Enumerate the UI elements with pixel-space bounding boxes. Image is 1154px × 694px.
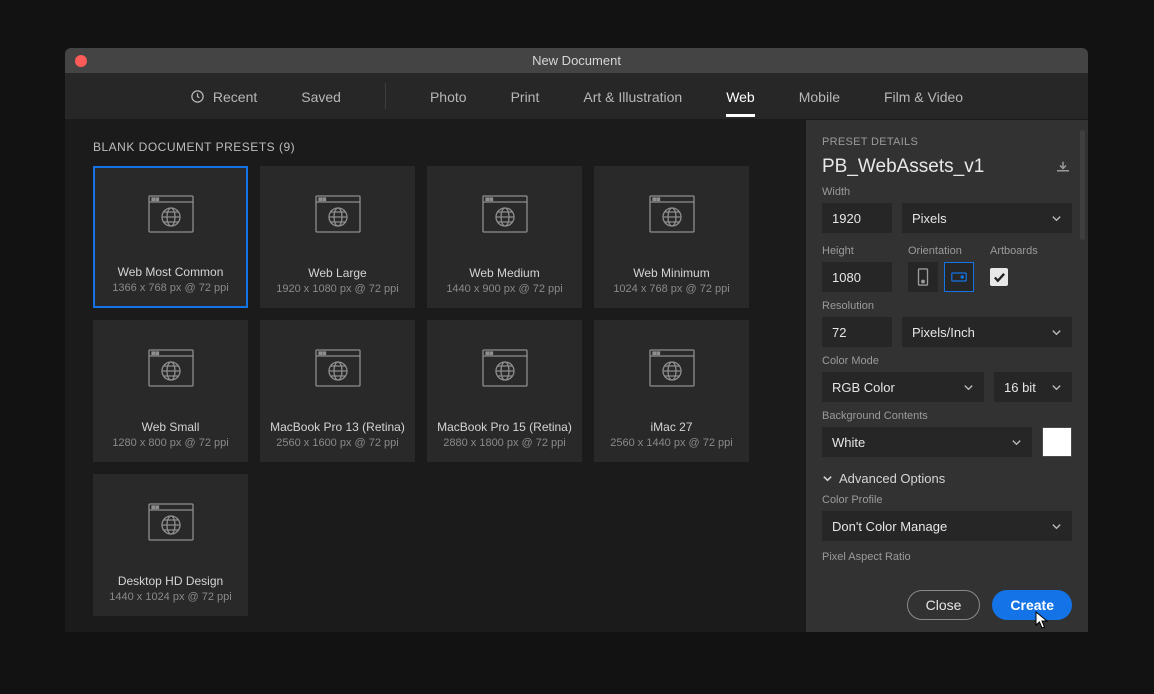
- color-depth-select[interactable]: 16 bit: [994, 372, 1072, 402]
- chevron-down-icon: [1051, 521, 1062, 532]
- color-mode-label: Color Mode: [822, 355, 1072, 367]
- color-profile-label: Color Profile: [822, 494, 1072, 506]
- scrollbar[interactable]: [1080, 130, 1085, 240]
- tab-recent-label: Recent: [213, 89, 257, 105]
- globe-icon: [482, 321, 528, 414]
- preset-title: Web Medium: [469, 266, 539, 280]
- globe-icon: [315, 167, 361, 260]
- orientation-landscape-button[interactable]: [944, 262, 974, 292]
- preset-subtitle: 2560 x 1600 px @ 72 ppi: [276, 437, 398, 449]
- width-label: Width: [822, 186, 1072, 198]
- preset-card[interactable]: MacBook Pro 13 (Retina) 2560 x 1600 px @…: [260, 320, 415, 462]
- preset-subtitle: 2560 x 1440 px @ 72 ppi: [610, 437, 732, 449]
- color-profile-value: Don't Color Manage: [832, 519, 947, 534]
- orientation-portrait-button[interactable]: [908, 262, 938, 292]
- presets-panel: BLANK DOCUMENT PRESETS (9) Web Most Comm…: [65, 120, 806, 632]
- chevron-down-icon: [1051, 327, 1062, 338]
- preset-subtitle: 1920 x 1080 px @ 72 ppi: [276, 283, 398, 295]
- preset-card[interactable]: MacBook Pro 15 (Retina) 2880 x 1800 px @…: [427, 320, 582, 462]
- save-preset-icon[interactable]: [1054, 160, 1072, 174]
- preset-card[interactable]: Web Small 1280 x 800 px @ 72 ppi: [93, 320, 248, 462]
- background-contents-select[interactable]: White: [822, 427, 1032, 457]
- presets-grid: Web Most Common 1366 x 768 px @ 72 ppi W…: [93, 166, 806, 616]
- preset-card[interactable]: iMac 27 2560 x 1440 px @ 72 ppi: [594, 320, 749, 462]
- preset-title: iMac 27: [650, 420, 692, 434]
- preset-subtitle: 1280 x 800 px @ 72 ppi: [112, 437, 228, 449]
- artboards-checkbox[interactable]: [990, 268, 1008, 286]
- globe-icon: [315, 321, 361, 414]
- preset-subtitle: 1024 x 768 px @ 72 ppi: [613, 283, 729, 295]
- height-label: Height: [822, 245, 892, 257]
- create-button[interactable]: Create: [992, 590, 1072, 620]
- preset-details-header: PRESET DETAILS: [822, 136, 1072, 148]
- artboards-label: Artboards: [990, 245, 1038, 257]
- preset-subtitle: 1366 x 768 px @ 72 ppi: [112, 282, 228, 294]
- tab-art-illustration[interactable]: Art & Illustration: [583, 76, 682, 117]
- preset-title: Web Small: [142, 420, 200, 434]
- globe-icon: [482, 167, 528, 260]
- resolution-unit-select[interactable]: Pixels/Inch: [902, 317, 1072, 347]
- presets-header: BLANK DOCUMENT PRESETS (9): [93, 140, 806, 154]
- preset-card[interactable]: Web Medium 1440 x 900 px @ 72 ppi: [427, 166, 582, 308]
- background-color-swatch[interactable]: [1042, 427, 1072, 457]
- globe-icon: [649, 167, 695, 260]
- width-unit-value: Pixels: [912, 211, 947, 226]
- globe-icon: [148, 475, 194, 568]
- resolution-label: Resolution: [822, 300, 1072, 312]
- orientation-label: Orientation: [908, 245, 974, 257]
- chevron-down-icon: [822, 473, 833, 484]
- preset-title: Web Most Common: [118, 265, 224, 279]
- new-document-window: New Document Recent Saved Photo Print Ar…: [65, 48, 1088, 632]
- width-input[interactable]: [822, 203, 892, 233]
- clock-icon: [190, 89, 205, 104]
- color-mode-select[interactable]: RGB Color: [822, 372, 984, 402]
- resolution-unit-value: Pixels/Inch: [912, 325, 975, 340]
- chevron-down-icon: [1051, 382, 1062, 393]
- tab-print[interactable]: Print: [511, 76, 540, 117]
- globe-icon: [148, 168, 194, 259]
- tab-photo[interactable]: Photo: [430, 76, 467, 117]
- category-tabs: Recent Saved Photo Print Art & Illustrat…: [65, 73, 1088, 120]
- preset-title: MacBook Pro 15 (Retina): [437, 420, 572, 434]
- tab-separator: [385, 83, 386, 109]
- preset-details-panel: PRESET DETAILS PB_WebAssets_v1 Width Pix…: [806, 120, 1088, 632]
- preset-title: MacBook Pro 13 (Retina): [270, 420, 405, 434]
- preset-title: Web Minimum: [633, 266, 709, 280]
- chevron-down-icon: [1011, 437, 1022, 448]
- color-depth-value: 16 bit: [1004, 380, 1036, 395]
- preset-subtitle: 1440 x 900 px @ 72 ppi: [446, 283, 562, 295]
- preset-name-field[interactable]: PB_WebAssets_v1: [822, 156, 984, 178]
- preset-card[interactable]: Web Large 1920 x 1080 px @ 72 ppi: [260, 166, 415, 308]
- preset-card[interactable]: Desktop HD Design 1440 x 1024 px @ 72 pp…: [93, 474, 248, 616]
- globe-icon: [148, 321, 194, 414]
- background-contents-value: White: [832, 435, 865, 450]
- window-title: New Document: [65, 53, 1088, 68]
- preset-title: Desktop HD Design: [118, 574, 223, 588]
- tab-web[interactable]: Web: [726, 76, 755, 117]
- resolution-input[interactable]: [822, 317, 892, 347]
- chevron-down-icon: [963, 382, 974, 393]
- background-contents-label: Background Contents: [822, 410, 1072, 422]
- color-mode-value: RGB Color: [832, 380, 895, 395]
- tab-recent[interactable]: Recent: [190, 76, 257, 117]
- tab-mobile[interactable]: Mobile: [799, 76, 840, 117]
- pixel-aspect-ratio-label: Pixel Aspect Ratio: [822, 551, 1072, 563]
- preset-subtitle: 2880 x 1800 px @ 72 ppi: [443, 437, 565, 449]
- color-profile-select[interactable]: Don't Color Manage: [822, 511, 1072, 541]
- height-input[interactable]: [822, 262, 892, 292]
- preset-subtitle: 1440 x 1024 px @ 72 ppi: [109, 591, 231, 603]
- preset-card[interactable]: Web Minimum 1024 x 768 px @ 72 ppi: [594, 166, 749, 308]
- chevron-down-icon: [1051, 213, 1062, 224]
- tab-film-video[interactable]: Film & Video: [884, 76, 963, 117]
- close-button[interactable]: Close: [907, 590, 981, 620]
- advanced-options-label: Advanced Options: [839, 471, 945, 486]
- globe-icon: [649, 321, 695, 414]
- width-unit-select[interactable]: Pixels: [902, 203, 1072, 233]
- preset-card[interactable]: Web Most Common 1366 x 768 px @ 72 ppi: [93, 166, 248, 308]
- titlebar: New Document: [65, 48, 1088, 73]
- tab-saved[interactable]: Saved: [301, 76, 341, 117]
- advanced-options-toggle[interactable]: Advanced Options: [822, 471, 1072, 486]
- preset-title: Web Large: [308, 266, 366, 280]
